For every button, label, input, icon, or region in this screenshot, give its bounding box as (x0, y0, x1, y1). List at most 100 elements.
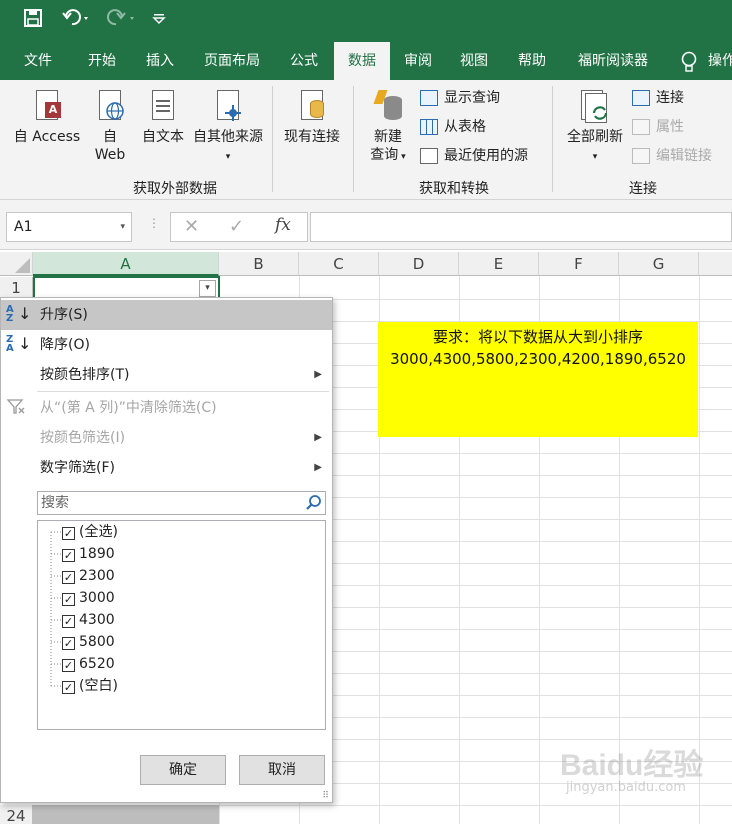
tab-file[interactable]: 文件 (10, 42, 66, 80)
from-access-button[interactable]: A 自 Access (8, 90, 86, 146)
new-query-label-2: 查询 (370, 147, 399, 163)
checkbox-checked-icon[interactable]: ✓ (62, 659, 75, 672)
number-filters-item[interactable]: 数字筛选(F) ▶ (1, 453, 332, 483)
selected-column-fill (33, 805, 219, 824)
tab-view[interactable]: 视图 (446, 42, 502, 80)
group-label-connections: 连接 (629, 181, 657, 197)
existing-connections-button[interactable]: 现有连接 (278, 90, 346, 146)
filter-value-list[interactable]: ✓ (全选) ✓ 1890 ✓ 2300 ✓ 3000 ✓ 4300 ✓ 5800 ✓ 652… (37, 520, 326, 730)
checkbox-checked-icon[interactable]: ✓ (62, 637, 75, 650)
enter-icon: ✓ (229, 216, 245, 237)
undo-icon[interactable] (62, 9, 92, 32)
tab-insert[interactable]: 插入 (132, 42, 188, 80)
show-queries-label: 显示查询 (444, 90, 500, 106)
checkbox-checked-icon[interactable]: ✓ (62, 615, 75, 628)
column-header-a[interactable]: A (33, 252, 219, 276)
filter-item-select-all[interactable]: ✓ (全选) (62, 521, 118, 543)
filter-item[interactable]: ✓ 5800 (62, 631, 115, 653)
watermark-url: jingyan.baidu.com (566, 780, 686, 795)
tab-tell-me[interactable]: 操作 (708, 42, 732, 80)
recent-sources-button[interactable]: 最近使用的源 (420, 146, 528, 166)
resize-grip-icon[interactable]: ⠿ (322, 791, 329, 801)
tab-help[interactable]: 帮助 (504, 42, 560, 80)
sort-ascending-item[interactable]: A Z ↓ 升序(S) (1, 300, 332, 330)
filter-dropdown-button[interactable]: ▾ (199, 280, 216, 297)
insert-function-icon[interactable]: fx (275, 215, 291, 235)
from-table-button[interactable]: 从表格 (420, 117, 486, 137)
filter-item-label: 3000 (79, 590, 115, 606)
from-web-button[interactable]: 自 Web (88, 90, 132, 164)
tab-review[interactable]: 审阅 (390, 42, 446, 80)
edit-links-icon (632, 148, 650, 164)
checkbox-checked-icon[interactable]: ✓ (62, 681, 75, 694)
sort-ascending-label: 升序(S) (40, 307, 88, 323)
dropdown-arrow-icon: ▾ (225, 152, 231, 162)
number-filters-label: 数字筛选(F) (40, 460, 115, 476)
instruction-line-2: 3000,4300,5800,2300,4200,1890,6520 (390, 350, 686, 368)
filter-item[interactable]: ✓ 4300 (62, 609, 115, 631)
checkbox-checked-icon[interactable]: ✓ (62, 571, 75, 584)
from-text-button[interactable]: 自文本 (138, 90, 188, 146)
column-header-c[interactable]: C (299, 252, 379, 276)
ok-button[interactable]: 确定 (140, 755, 226, 785)
tab-page-layout[interactable]: 页面布局 (194, 42, 270, 80)
filter-search-input[interactable]: 搜索 (37, 491, 326, 515)
filter-item[interactable]: ✓ 1890 (62, 543, 115, 565)
from-other-sources-button[interactable]: 自其他来源 ▾ (188, 90, 268, 166)
tab-foxit-reader[interactable]: 福昕阅读器 (566, 42, 660, 80)
from-other-sources-label: 自其他来源 (193, 129, 263, 145)
filter-item[interactable]: ✓ 3000 (62, 587, 115, 609)
column-header-f[interactable]: F (539, 252, 619, 276)
properties-icon (632, 119, 650, 135)
filter-item-blanks[interactable]: ✓ (空白) (62, 675, 118, 697)
connections-button[interactable]: 连接 (632, 88, 684, 108)
checkbox-checked-icon[interactable]: ✓ (62, 549, 75, 562)
recent-sources-label: 最近使用的源 (444, 148, 528, 164)
formula-buttons: ✕ ✓ fx (170, 212, 308, 242)
cancel-button[interactable]: 取消 (239, 755, 325, 785)
column-header-e[interactable]: E (459, 252, 539, 276)
filter-by-color-item: 按颜色筛选(I) ▶ (1, 423, 332, 453)
save-icon[interactable] (24, 9, 42, 32)
recent-sources-icon (420, 148, 438, 164)
formula-bar: A1 ▾ ⋮ ✕ ✓ fx (0, 200, 732, 250)
checkbox-checked-icon[interactable]: ✓ (62, 593, 75, 606)
filter-item[interactable]: ✓ 6520 (62, 653, 115, 675)
sort-by-color-item[interactable]: 按颜色排序(T) ▶ (1, 360, 332, 390)
filter-item-label: (全选) (79, 524, 118, 540)
checkbox-checked-icon[interactable]: ✓ (62, 527, 75, 540)
refresh-all-button[interactable]: 全部刷新 ▾ (560, 90, 630, 166)
show-queries-button[interactable]: 显示查询 (420, 88, 500, 108)
tab-data[interactable]: 数据 (334, 42, 390, 80)
filter-item-label: 4300 (79, 612, 115, 628)
sort-descending-item[interactable]: Z A ↓ 降序(O) (1, 330, 332, 360)
from-web-label-2: Web (94, 147, 126, 163)
column-header-b[interactable]: B (219, 252, 299, 276)
group-label-get-transform: 获取和转换 (419, 181, 489, 197)
group-label-get-external-data: 获取外部数据 (133, 181, 217, 197)
name-box[interactable]: A1 ▾ (6, 212, 132, 242)
properties-button: 属性 (632, 117, 684, 137)
chevron-down-icon[interactable]: ▾ (120, 213, 125, 241)
filter-item-label: 5800 (79, 634, 115, 650)
row-header-24[interactable]: 24 (0, 805, 33, 824)
column-header-h[interactable] (699, 252, 732, 276)
from-web-label-1: 自 (103, 129, 117, 145)
instruction-line-1: 要求：将以下数据从大到小排序 (432, 328, 643, 346)
lightbulb-icon[interactable] (680, 51, 698, 77)
watermark-logo: Baidu经验 (560, 749, 704, 782)
tab-home[interactable]: 开始 (74, 42, 130, 80)
column-header-d[interactable]: D (379, 252, 459, 276)
select-all-corner[interactable] (0, 252, 33, 276)
filter-item-label: 2300 (79, 568, 115, 584)
tab-formulas[interactable]: 公式 (276, 42, 332, 80)
row-header-1[interactable]: 1 (0, 277, 33, 299)
drag-handle-icon[interactable]: ⋮ (148, 216, 160, 230)
submenu-arrow-icon: ▶ (314, 369, 322, 380)
new-query-button[interactable]: 新建 查询 ▾ (362, 90, 414, 166)
formula-input[interactable] (310, 212, 732, 242)
column-header-g[interactable]: G (619, 252, 699, 276)
filter-item[interactable]: ✓ 2300 (62, 565, 115, 587)
customize-icon[interactable] (152, 9, 166, 32)
search-icon (306, 495, 321, 510)
